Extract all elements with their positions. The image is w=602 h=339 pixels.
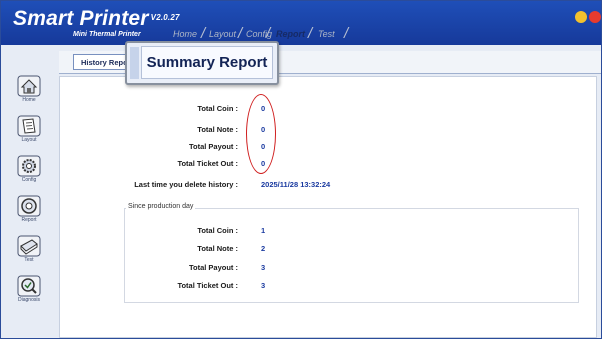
tab-home[interactable]: Home [173,29,197,39]
sidebar-item-diagnosis[interactable]: Diagnosis [7,273,51,311]
sidebar-item-home[interactable]: Home [7,73,51,111]
sidebar-item-layout[interactable]: Layout [7,113,51,151]
callout-stripe [130,47,139,79]
tab-test[interactable]: Test [318,29,335,39]
printer-icon [7,235,51,257]
summary-report-label: Summary Report [146,54,268,71]
total-payout-label: Total Payout : [188,142,238,151]
home-icon [7,75,51,97]
highlight-circle [246,94,276,174]
tab-layout[interactable]: Layout [209,29,236,39]
tab-divider: / [344,25,349,42]
last-delete-label: Last time you delete history : [134,180,238,189]
sidebar-item-label: Config [21,177,37,183]
report-icon [7,195,51,217]
callout-inner: Summary Report [141,46,273,79]
close-button[interactable] [589,11,601,23]
prod-total-coin-value: 1 [261,226,266,235]
sidebar-item-report[interactable]: Report [7,193,51,231]
tab-divider: / [201,25,206,42]
sidebar-item-label: Home [22,97,36,103]
app-subtitle: Mini Thermal Printer [73,31,141,38]
app-version: V2.0.27 [150,13,180,22]
layout-icon [7,115,51,137]
total-coin-label: Total Coin : [197,104,238,113]
sidebar: Home Layout Config Report Test Diagnosis [7,73,51,323]
sidebar-item-label: Report [21,217,37,223]
tab-divider: / [238,25,243,42]
total-note-label: Total Note : [197,125,238,134]
tab-divider: / [266,25,271,42]
sidebar-item-test[interactable]: Test [7,233,51,271]
sidebar-item-label: Test [24,257,34,263]
prod-total-payout-value: 3 [261,263,266,272]
prod-total-note-value: 2 [261,244,266,253]
gear-icon [7,155,51,177]
diagnosis-icon [7,275,51,297]
sidebar-item-label: Diagnosis [18,297,40,303]
sidebar-item-config[interactable]: Config [7,153,51,191]
prod-total-note-label: Total Note : [197,244,238,253]
tab-divider: / [308,25,313,42]
total-ticket-label: Total Ticket Out : [177,159,238,168]
prod-total-payout-label: Total Payout : [188,263,238,272]
production-group-title: Since production day [126,203,196,210]
sidebar-item-label: Layout [21,137,37,143]
app-name: Smart Printer [13,7,149,30]
prod-total-coin-label: Total Coin : [197,226,238,235]
minimize-button[interactable] [575,11,587,23]
app-window: Smart Printer V2.0.27 Mini Thermal Printe… [0,0,602,339]
prod-total-ticket-value: 3 [261,281,266,290]
last-delete-value: 2025/11/28 13:32:24 [261,180,331,189]
tab-report[interactable]: Report [276,29,305,39]
tab-summary-report[interactable]: Summary Report [125,41,279,85]
prod-total-ticket-label: Total Ticket Out : [177,281,238,290]
